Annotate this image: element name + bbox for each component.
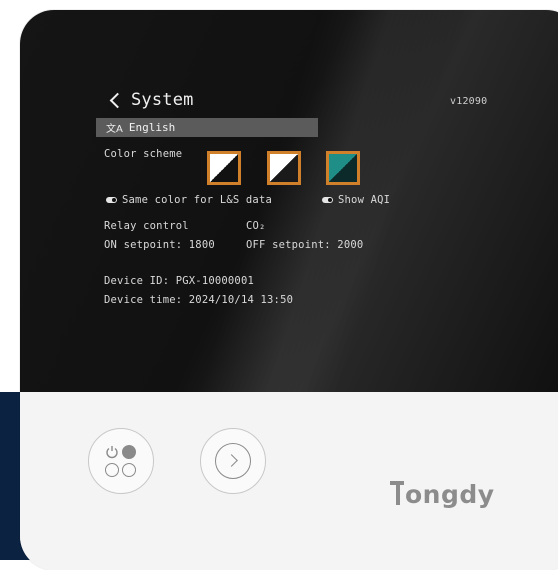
color-scheme-option-1[interactable]	[207, 151, 241, 185]
color-scheme-option-2[interactable]	[267, 151, 301, 185]
version-label: v12090	[450, 96, 488, 107]
translate-icon: 文A	[106, 124, 123, 135]
relay-control-label: Relay control	[104, 220, 189, 232]
relay-control-value[interactable]: CO₂	[246, 220, 266, 232]
brand-name: ongdy	[405, 480, 495, 509]
page-title[interactable]: System	[108, 90, 194, 110]
off-setpoint[interactable]: OFF setpoint: 2000	[246, 239, 363, 251]
back-icon[interactable]	[109, 92, 126, 108]
color-scheme-label: Color scheme	[104, 148, 183, 160]
page-title-text: System	[131, 90, 194, 110]
chevron-right-icon	[215, 443, 251, 479]
device-id: Device ID: PGX-10000001	[104, 275, 254, 287]
next-button[interactable]	[200, 428, 266, 494]
language-value: English	[128, 121, 176, 134]
on-setpoint[interactable]: ON setpoint: 1800	[104, 239, 215, 251]
device-time: Device time: 2024/10/14 13:50	[104, 294, 294, 306]
toggle-icon[interactable]	[106, 197, 117, 203]
filled-dot-icon	[122, 445, 136, 459]
same-color-label: Same color for L&S data	[122, 194, 272, 206]
language-selector[interactable]: 文A English	[96, 118, 318, 137]
brand-logo: ongdy	[390, 480, 495, 509]
power-icon	[106, 446, 118, 459]
circle-icon	[122, 463, 136, 477]
same-color-toggle-row[interactable]: Same color for L&S data	[106, 194, 272, 206]
show-aqi-label: Show AQI	[338, 194, 391, 206]
power-mode-button[interactable]	[88, 428, 154, 494]
circle-icon	[105, 463, 119, 477]
color-scheme-option-3[interactable]	[326, 151, 360, 185]
toggle-icon[interactable]	[322, 197, 333, 203]
show-aqi-toggle-row[interactable]: Show AQI	[322, 194, 390, 206]
display-screen: System v12090 文A English Color scheme Sa…	[20, 10, 558, 392]
brand-mark-icon	[390, 481, 404, 507]
